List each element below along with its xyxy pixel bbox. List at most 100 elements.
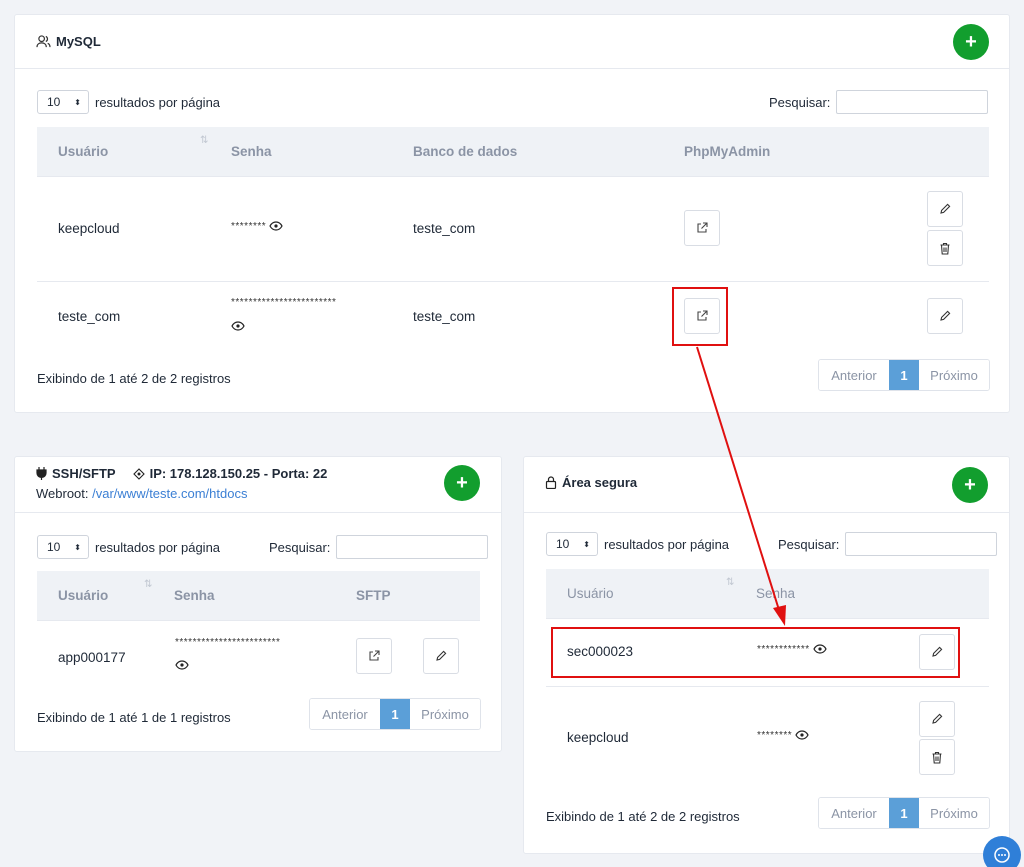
edit-button[interactable]	[919, 701, 955, 737]
sort-icon[interactable]: ⇅	[726, 577, 734, 588]
external-link-icon	[369, 650, 380, 661]
ssh-pagination: Anterior 1 Próximo	[309, 698, 481, 730]
mysql-database-cell: teste_com	[413, 221, 476, 236]
sort-icon[interactable]: ⇅	[144, 579, 152, 590]
previous-page-button[interactable]: Anterior	[310, 699, 380, 729]
password-mask: ************************	[175, 637, 281, 648]
column-header-password: Senha	[231, 144, 272, 159]
secure-area-title-text: Área segura	[562, 475, 638, 490]
previous-page-button[interactable]: Anterior	[819, 360, 889, 390]
edit-button[interactable]	[919, 634, 955, 670]
add-secure-user-button[interactable]: +	[952, 467, 988, 503]
divider	[546, 686, 989, 687]
ssh-title: SSH/SFTP IP: 178.128.150.25 - Porta: 22	[36, 466, 327, 481]
mysql-table-info: Exibindo de 1 até 2 de 2 registros	[37, 371, 231, 386]
sort-select-icon: ⬍	[74, 97, 81, 107]
column-header-password: Senha	[174, 588, 215, 603]
eye-icon[interactable]	[795, 730, 809, 740]
ssh-search-input[interactable]	[336, 535, 489, 559]
mysql-title-text: MySQL	[56, 34, 101, 49]
column-header-database: Banco de dados	[413, 144, 518, 159]
next-page-button[interactable]: Próximo	[410, 699, 480, 729]
webroot-path-link[interactable]: /var/www/teste.com/htdocs	[92, 486, 247, 501]
open-phpmyadmin-button[interactable]	[684, 210, 720, 246]
next-page-button[interactable]: Próximo	[919, 360, 989, 390]
ssh-page-length-value: 10	[47, 540, 61, 554]
mysql-search-input[interactable]	[836, 90, 989, 114]
secure-password-cell: ************	[757, 644, 827, 655]
secure-page-length: 10 ⬍ resultados por página	[546, 532, 729, 556]
eye-icon[interactable]	[813, 644, 827, 654]
ssh-card: SSH/SFTP IP: 178.128.150.25 - Porta: 22 …	[14, 456, 502, 752]
next-page-button[interactable]: Próximo	[919, 798, 989, 828]
ssh-header: SSH/SFTP IP: 178.128.150.25 - Porta: 22 …	[15, 457, 501, 513]
secure-page-length-select[interactable]: 10 ⬍	[546, 532, 598, 556]
mysql-user-cell: keepcloud	[58, 221, 120, 236]
sort-select-icon: ⬍	[74, 542, 81, 552]
secure-pagination: Anterior 1 Próximo	[818, 797, 990, 829]
external-link-icon	[697, 222, 708, 233]
mysql-page-length-label: resultados por página	[95, 94, 221, 110]
column-header-password: Senha	[756, 586, 796, 601]
sort-icon[interactable]: ⇅	[200, 135, 208, 146]
eye-icon[interactable]	[269, 221, 283, 231]
open-sftp-button[interactable]	[356, 638, 392, 674]
column-header-user[interactable]: Usuário	[58, 588, 108, 603]
pencil-icon	[940, 310, 951, 321]
ssh-page-length-select[interactable]: 10 ⬍	[37, 535, 89, 559]
page-1-button[interactable]: 1	[889, 798, 919, 828]
secure-page-length-value: 10	[556, 537, 570, 551]
ssh-search-label: Pesquisar:	[269, 539, 331, 555]
edit-button[interactable]	[927, 191, 963, 227]
chat-button[interactable]	[983, 836, 1021, 867]
password-mask: ************	[757, 644, 810, 655]
secure-user-cell: keepcloud	[567, 730, 629, 745]
previous-page-button[interactable]: Anterior	[819, 798, 889, 828]
divider	[37, 620, 480, 621]
edit-button[interactable]	[423, 638, 459, 674]
trash-icon	[932, 751, 942, 764]
secure-table-info: Exibindo de 1 até 2 de 2 registros	[546, 809, 740, 824]
mysql-pagination: Anterior 1 Próximo	[818, 359, 990, 391]
page-1-button[interactable]: 1	[889, 360, 919, 390]
secure-password-cell: ********	[757, 730, 809, 741]
external-link-icon	[697, 310, 708, 321]
mysql-header: MySQL +	[15, 15, 1009, 69]
mysql-page-length-select[interactable]: 10 ⬍	[37, 90, 89, 114]
pencil-icon	[436, 650, 447, 661]
ssh-search: Pesquisar:	[269, 535, 489, 559]
column-header-user[interactable]: Usuário	[567, 586, 614, 601]
column-header-user[interactable]: Usuário	[58, 144, 108, 159]
ssh-page-length: 10 ⬍ resultados por página	[37, 535, 220, 559]
column-header-sftp: SFTP	[356, 588, 391, 603]
page-1-button[interactable]: 1	[380, 699, 410, 729]
ssh-user-cell: app000177	[58, 650, 126, 665]
pencil-icon	[940, 203, 951, 214]
ssh-title-text: SSH/SFTP	[52, 466, 116, 481]
secure-search-input[interactable]	[845, 532, 998, 556]
edit-button[interactable]	[927, 298, 963, 334]
lock-icon	[545, 476, 557, 489]
mysql-page-length: 10 ⬍ resultados por página	[37, 90, 220, 114]
webroot-label: Webroot:	[36, 486, 89, 501]
mysql-database-cell: teste_com	[413, 309, 476, 324]
add-ssh-user-button[interactable]: +	[444, 465, 480, 501]
mysql-password-cell: ********	[231, 221, 283, 232]
secure-page-length-label: resultados por página	[604, 536, 730, 552]
eye-icon[interactable]	[175, 660, 189, 670]
divider	[37, 176, 989, 177]
mysql-search: Pesquisar:	[769, 90, 989, 114]
secure-area-title: Área segura	[545, 475, 637, 490]
add-mysql-user-button[interactable]: +	[953, 24, 989, 60]
delete-button[interactable]	[919, 739, 955, 775]
plug-icon	[36, 467, 47, 480]
delete-button[interactable]	[927, 230, 963, 266]
mysql-title: MySQL	[36, 34, 101, 49]
eye-icon[interactable]	[231, 321, 245, 331]
ssh-webroot: Webroot: /var/www/teste.com/htdocs	[36, 486, 247, 501]
sort-select-icon: ⬍	[583, 539, 590, 549]
trash-icon	[940, 242, 950, 255]
open-phpmyadmin-button[interactable]	[684, 298, 720, 334]
secure-search: Pesquisar:	[778, 532, 998, 556]
ssh-page-length-label: resultados por página	[95, 539, 221, 555]
